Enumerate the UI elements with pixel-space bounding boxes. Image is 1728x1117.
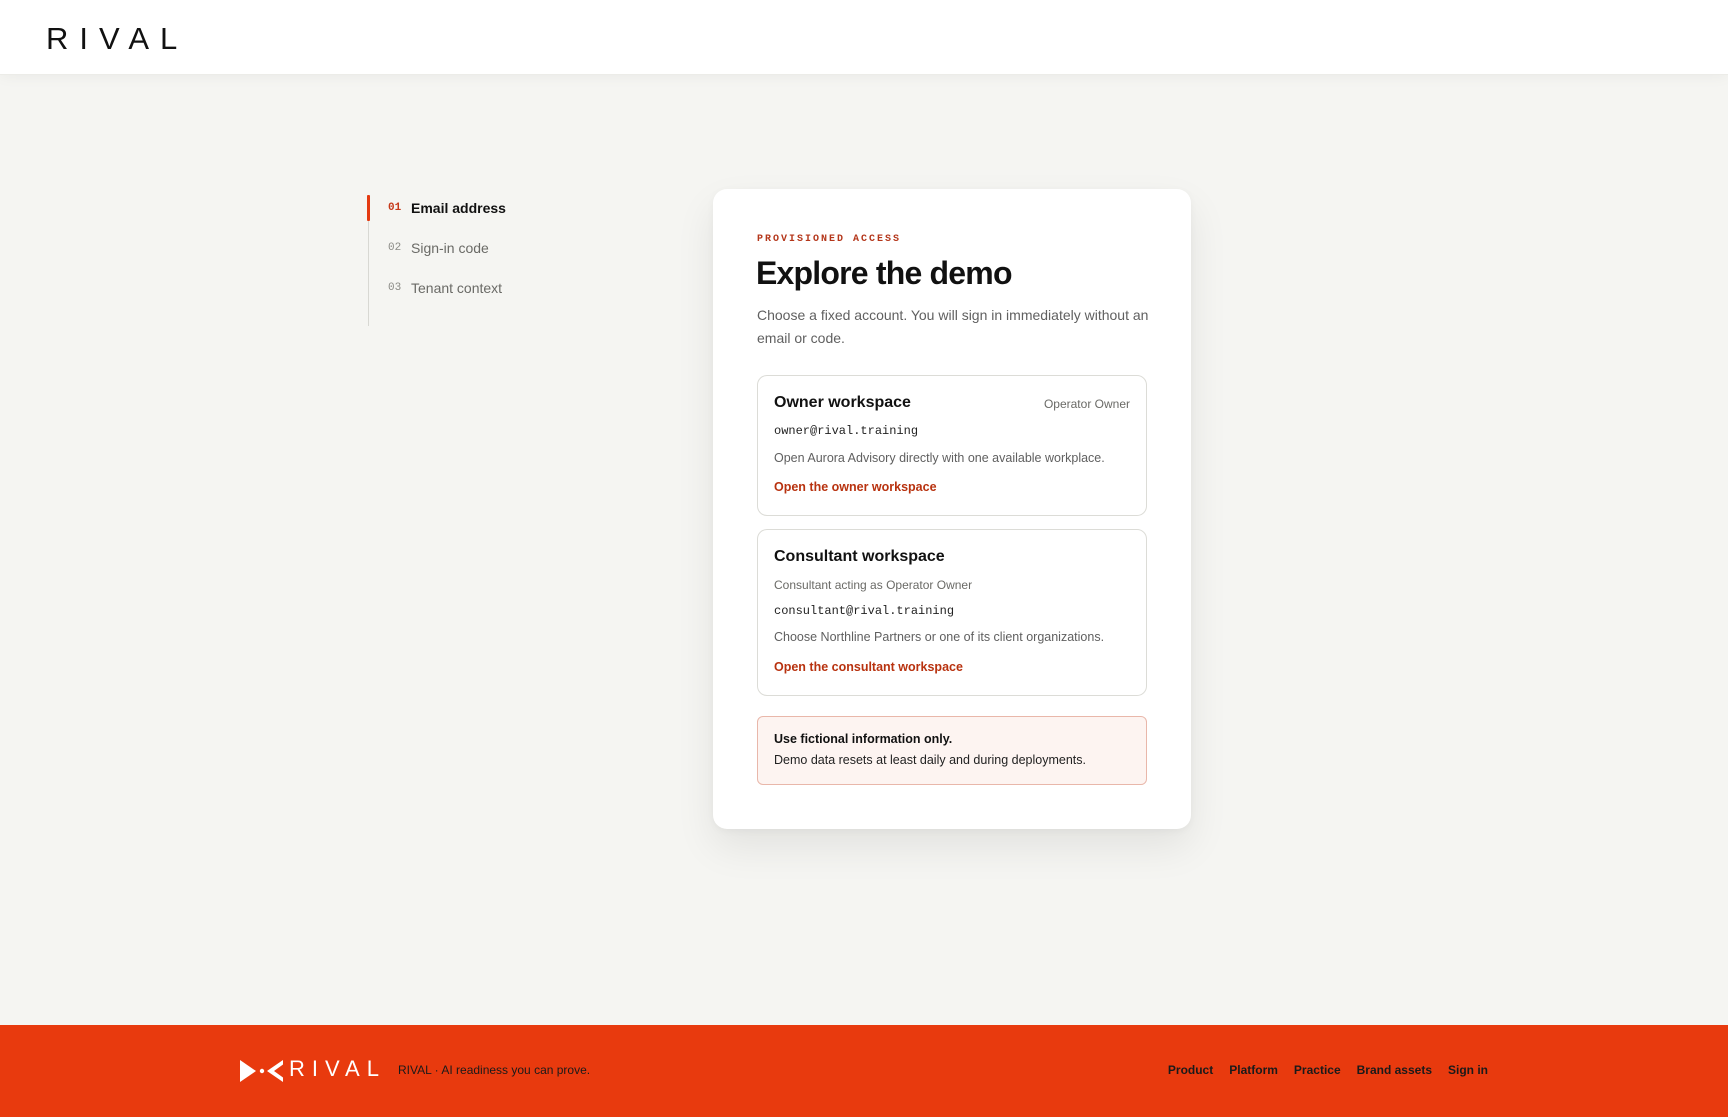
demo-card: PROVISIONED ACCESS Explore the demo Choo… [713, 189, 1191, 829]
footer-link-brand-assets[interactable]: Brand assets [1357, 1063, 1432, 1077]
rival-mark-icon [240, 1060, 283, 1082]
step-email-address: 01 Email address [367, 195, 589, 221]
step-tenant-context: 03 Tenant context [369, 275, 589, 301]
owner-workspace-card[interactable]: Owner workspace Operator Owner owner@riv… [757, 375, 1147, 516]
workspace-name: Consultant workspace [774, 548, 945, 565]
footer-link-sign-in[interactable]: Sign in [1448, 1063, 1488, 1077]
workspace-email: consultant@rival.training [774, 604, 955, 618]
footer-tagline: RIVAL · AI readiness you can prove. [398, 1063, 591, 1077]
active-step-indicator [367, 195, 370, 221]
workspace-email: owner@rival.training [774, 424, 919, 438]
workspace-description: Open Aurora Advisory directly with one a… [774, 451, 1105, 465]
page-title: Explore the demo [756, 255, 1013, 291]
footer-logo[interactable]: RIVAL [289, 1058, 386, 1080]
workspace-role: Operator Owner [1043, 397, 1130, 411]
site-header: RIVAL [0, 0, 1728, 75]
step-number: 01 [388, 202, 402, 214]
workspace-description: Choose Northline Partners or one of its … [774, 630, 1105, 644]
notice-body: Demo data resets at least daily and duri… [774, 753, 1086, 767]
fictional-info-notice: Use fictional information only. Demo dat… [757, 716, 1147, 785]
step-sign-in-code: 02 Sign-in code [369, 235, 589, 261]
step-label: Sign-in code [411, 240, 489, 256]
card-eyebrow: PROVISIONED ACCESS [757, 234, 902, 245]
notice-title: Use fictional information only. [774, 732, 953, 746]
rival-logo[interactable]: RIVAL [46, 23, 188, 54]
signin-stepper: 01 Email address 02 Sign-in code 03 Tena… [367, 195, 589, 326]
open-owner-workspace-link[interactable]: Open the owner workspace [774, 480, 937, 494]
step-number: 02 [388, 242, 402, 254]
step-number: 03 [388, 282, 402, 294]
step-label: Tenant context [411, 280, 503, 296]
card-description: Choose a fixed account. You will sign in… [757, 307, 1149, 346]
workspace-subtitle: Consultant acting as Operator Owner [774, 578, 973, 592]
footer-nav: Product Platform Practice Brand assets S… [1168, 1063, 1488, 1077]
footer-link-platform[interactable]: Platform [1229, 1063, 1278, 1077]
site-footer: RIVAL RIVAL · AI readiness you can prove… [0, 1025, 1728, 1117]
consultant-workspace-card[interactable]: Consultant workspace Consultant acting a… [757, 529, 1147, 696]
step-label: Email address [411, 200, 506, 216]
footer-link-practice[interactable]: Practice [1294, 1063, 1341, 1077]
footer-link-product[interactable]: Product [1168, 1063, 1213, 1077]
open-consultant-workspace-link[interactable]: Open the consultant workspace [774, 660, 963, 674]
workspace-name: Owner workspace [774, 394, 911, 411]
